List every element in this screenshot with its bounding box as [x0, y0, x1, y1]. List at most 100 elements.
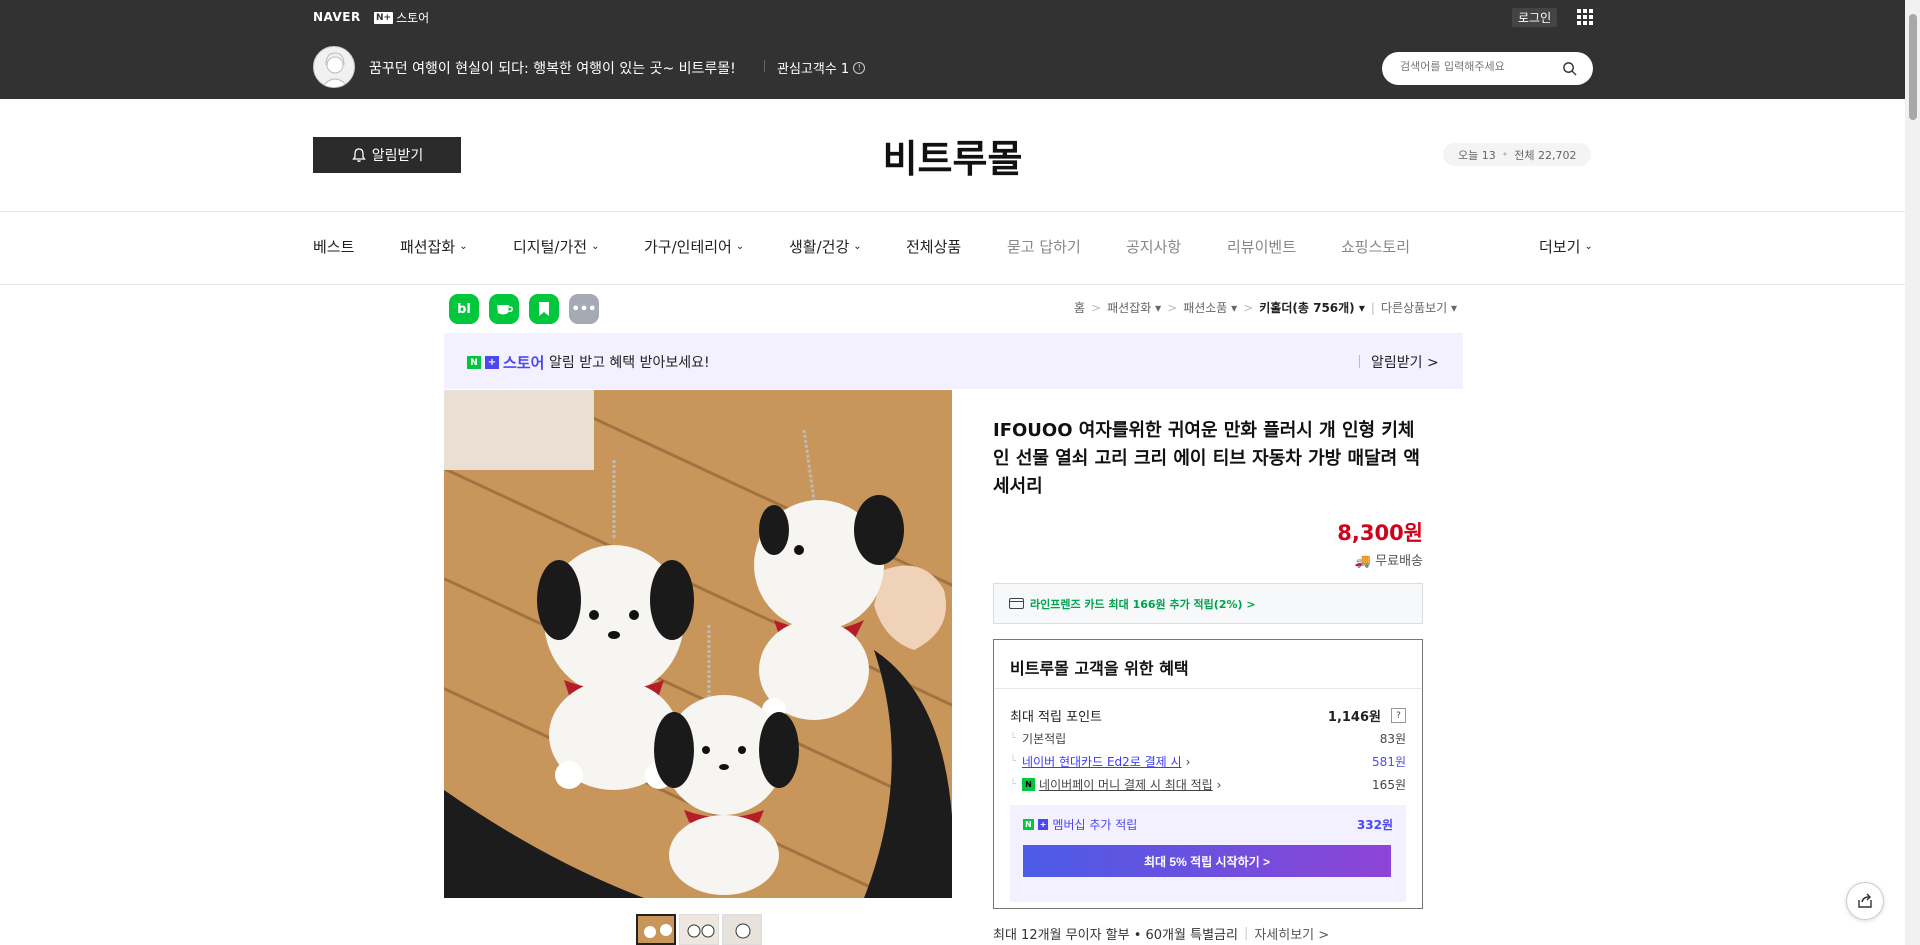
npay-icon: N [1022, 778, 1036, 791]
npay-points-link[interactable]: 네이버페이 머니 결제 시 최대 적립 [1039, 776, 1213, 793]
membership-label-group: N + 멤버십 추가 적립 [1023, 816, 1137, 833]
info-icon[interactable]: ! [853, 61, 866, 74]
benefit-box: 비트루몰 고객을 위한 혜택 최대 적립 포인트 1,146원? └ 기본적립 8… [993, 639, 1423, 909]
fans-label: 관심고객수 1 [777, 62, 850, 77]
installment-more-link[interactable]: 자세히보기 > [1254, 924, 1329, 943]
nav-more[interactable]: 더보기 ⌄ [1539, 236, 1593, 257]
store-title[interactable]: 비트루몰 [0, 128, 1905, 183]
divider [994, 688, 1422, 689]
shipping-label: 무료배송 [1375, 554, 1423, 569]
chevron-down-icon: ⌄ [1584, 241, 1593, 252]
membership-start-button[interactable]: 최대 5% 적립 시작하기 > [1023, 845, 1391, 877]
search-input[interactable] [1400, 60, 1560, 73]
chevron-down-icon: ⌄ [591, 241, 600, 252]
search-box [1382, 52, 1593, 85]
membership-box: N + 멤버십 추가 적립 332원 최대 5% 적립 시작하기 > [1010, 805, 1406, 902]
chevron-down-icon: ⌄ [853, 241, 862, 252]
breadcrumb-home[interactable]: 홈 [1074, 299, 1085, 316]
naver-logo[interactable]: NAVER [313, 10, 361, 24]
page-scrollbar[interactable] [1905, 0, 1920, 945]
nav-living[interactable]: 생활/건강 ⌄ [789, 236, 862, 257]
login-button[interactable]: 로그인 [1512, 8, 1558, 27]
fans-count[interactable]: 관심고객수 1 ! [777, 58, 866, 77]
divider [0, 211, 1905, 212]
breadcrumb-category-2[interactable]: 패션소품 ▾ [1183, 299, 1237, 316]
product-price: 8,300원 [1337, 521, 1423, 545]
share-icon [1858, 893, 1872, 908]
npay-points-value: 165원 [1372, 778, 1406, 792]
sns-links: bl ••• [449, 294, 599, 324]
nav-furniture[interactable]: 가구/인테리어 ⌄ [644, 236, 744, 257]
breadcrumb: 홈 > 패션잡화 ▾ > 패션소품 ▾ > 키홀더(총 756개) ▾ | 다른… [1074, 299, 1458, 316]
installment-info: 최대 12개월 무이자 할부 • 60개월 특별금리 | 자세히보기 > [993, 924, 1330, 943]
blog-icon[interactable]: bl [449, 294, 479, 324]
visits-total: 전체 22,702 [1514, 148, 1577, 162]
membership-value: 332원 [1356, 818, 1393, 832]
thumbnail[interactable] [636, 914, 676, 945]
benefit-title: 비트루몰 고객을 위한 혜택 [1010, 659, 1189, 678]
nplus-store-logo[interactable]: N+ 스토어 [374, 9, 429, 26]
chevron-down-icon: ⌄ [459, 241, 468, 252]
store-alarm-banner: N + 스토어 알림 받고 혜택 받아보세요! 알림받기 > [444, 333, 1463, 389]
installment-text: 최대 12개월 무이자 할부 • 60개월 특별금리 [993, 928, 1238, 943]
card-points-row: └ 네이버 현대카드 Ed2로 결제 시 › 581원 [1010, 753, 1406, 770]
nplus-store-label: 스토어 [396, 11, 430, 25]
nav-review-event[interactable]: 리뷰이벤트 [1227, 236, 1296, 257]
product-title: IFOUOO 여자를위한 귀여운 만화 플러시 개 인형 키체인 선물 열쇠 고… [993, 420, 1420, 497]
divider [0, 284, 1905, 285]
apps-grid-icon[interactable] [1577, 9, 1593, 25]
banner-alarm-link[interactable]: 알림받기 > [1371, 352, 1439, 372]
cafe-icon[interactable] [489, 294, 519, 324]
banner-message: 알림 받고 혜택 받아보세요! [549, 355, 710, 371]
basic-points-row: └ 기본적립 83원 [1010, 732, 1406, 746]
truck-icon: 🚚 [1354, 554, 1372, 569]
nav-digital[interactable]: 디지털/가전 ⌄ [513, 236, 599, 257]
card-points-value: 581원 [1372, 755, 1406, 769]
nav-fashion[interactable]: 패션잡화 ⌄ [400, 236, 468, 257]
nav-best[interactable]: 베스트 [313, 236, 354, 257]
card-promo-label: 라인프렌즈 카드 최대 166원 추가 적립(2%) > [1030, 597, 1256, 611]
nplus-store-logo: N + 스토어 [467, 352, 544, 373]
plus-badge: + [485, 356, 499, 369]
nav-shopping-story[interactable]: 쇼핑스토리 [1341, 236, 1410, 257]
help-icon[interactable]: ? [1391, 708, 1406, 723]
credit-card-icon [1009, 598, 1024, 609]
max-points-value: 1,146원 [1327, 710, 1381, 725]
nav-notice[interactable]: 공지사항 [1126, 236, 1181, 257]
more-icon[interactable]: ••• [569, 294, 599, 324]
store-avatar[interactable] [313, 46, 355, 88]
chevron-down-icon: ⌄ [735, 241, 745, 252]
thumbnail[interactable] [679, 914, 719, 945]
visit-counter: 오늘 13 • 전체 22,702 [1443, 143, 1592, 166]
max-points-row: 최대 적립 포인트 1,146원? [1010, 706, 1406, 725]
divider [764, 60, 765, 72]
product-image[interactable] [444, 390, 952, 898]
bookmark-icon[interactable] [529, 294, 559, 324]
n-badge: N [1023, 819, 1034, 830]
store-label: 스토어 [503, 354, 545, 372]
basic-points-label: 기본적립 [1022, 732, 1067, 746]
basic-points-value: 83원 [1379, 732, 1406, 746]
npay-points-row: └ N 네이버페이 머니 결제 시 최대 적립 › 165원 [1010, 776, 1406, 793]
scrollbar-thumb[interactable] [1909, 14, 1917, 120]
divider [1359, 355, 1360, 368]
visits-today: 오늘 13 [1458, 148, 1496, 162]
max-points-label: 최대 적립 포인트 [1010, 710, 1102, 725]
nplus-badge: N+ [374, 11, 394, 24]
search-icon[interactable] [1562, 61, 1577, 76]
thumbnail[interactable] [722, 914, 762, 945]
card-promo[interactable]: 라인프렌즈 카드 최대 166원 추가 적립(2%) > [993, 583, 1423, 624]
membership-label: 멤버십 추가 적립 [1052, 818, 1138, 832]
breadcrumb-other-products[interactable]: 다른상품보기 ▾ [1381, 299, 1457, 316]
thumbnail-strip [636, 914, 762, 945]
card-points-link[interactable]: 네이버 현대카드 Ed2로 결제 시 [1022, 753, 1182, 770]
breadcrumb-category-3[interactable]: 키홀더(총 756개) ▾ [1259, 299, 1365, 316]
store-description: 꿈꾸던 여행이 현실이 되다: 행복한 여행이 있는 곳~ 비트루몰! [369, 61, 736, 77]
shipping-info: 🚚 무료배송 [993, 550, 1423, 569]
n-badge: N [467, 356, 481, 369]
nav-qna[interactable]: 묻고 답하기 [1007, 236, 1081, 257]
nav-all-products[interactable]: 전체상품 [906, 236, 961, 257]
share-button[interactable] [1846, 882, 1884, 920]
breadcrumb-category-1[interactable]: 패션잡화 ▾ [1107, 299, 1161, 316]
top-bar: NAVER N+ 스토어 로그인 꿈꾸던 여행이 현실이 되다: 행복한 여행이… [0, 0, 1905, 99]
